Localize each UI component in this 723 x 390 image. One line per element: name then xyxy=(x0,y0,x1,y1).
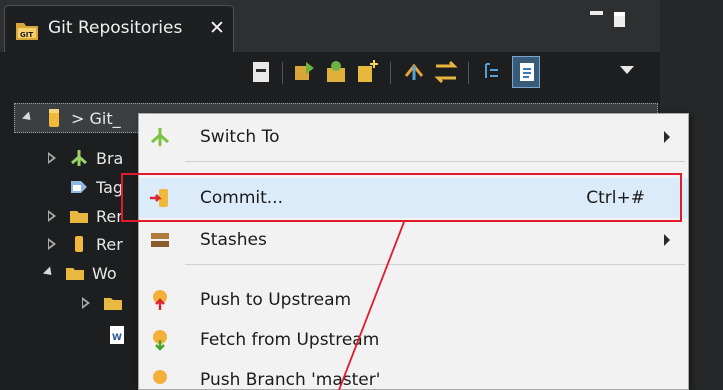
tree-label: Rer xyxy=(96,206,123,226)
clone-repository-icon[interactable] xyxy=(292,56,320,88)
tree-row-remotes[interactable]: Rer xyxy=(46,229,123,259)
tab-title: Git Repositories xyxy=(48,18,183,38)
menu-item-push-branch[interactable]: Push Branch 'master' xyxy=(139,360,688,390)
tree-label: Rer xyxy=(96,234,123,254)
svg-text:W: W xyxy=(112,333,122,343)
fetch-upstream-icon xyxy=(153,330,167,351)
menu-item-label: Stashes xyxy=(200,230,267,250)
folder-icon xyxy=(70,211,88,223)
menu-item-switch-to[interactable]: Switch To xyxy=(139,117,688,157)
minimize-icon[interactable] xyxy=(590,11,603,15)
expand-icon[interactable] xyxy=(21,110,35,126)
link-with-selection-icon[interactable] xyxy=(512,56,540,88)
tree-label: Wo xyxy=(92,263,117,283)
repository-icon xyxy=(49,109,59,127)
tree-label: Tag xyxy=(96,177,124,197)
menu-item-label: Switch To xyxy=(200,127,280,147)
branches-icon xyxy=(71,150,87,166)
collapse-all-icon[interactable] xyxy=(248,56,276,88)
create-repository-icon[interactable] xyxy=(354,56,382,88)
push-icon xyxy=(153,290,167,310)
collapsed-twisty-icon[interactable] xyxy=(46,208,60,224)
word-file-icon: W xyxy=(110,326,124,344)
pull-icon[interactable] xyxy=(432,56,460,88)
tree-row-references[interactable]: Rer xyxy=(46,201,123,231)
maximize-icon[interactable] xyxy=(614,12,625,27)
close-icon[interactable]: ✕ xyxy=(209,16,225,40)
collapsed-twisty-icon[interactable] xyxy=(46,236,60,252)
expand-icon[interactable] xyxy=(42,265,56,281)
menu-separator xyxy=(185,161,685,162)
menu-item-label: Push Branch 'master' xyxy=(200,370,381,390)
tree-row-branches[interactable]: Bra xyxy=(46,143,123,173)
stashes-icon xyxy=(151,233,169,247)
view-menu-icon[interactable] xyxy=(620,66,634,74)
annotation-highlight-box xyxy=(121,173,682,222)
svg-text:GIT: GIT xyxy=(20,31,33,39)
tree-row-working-tree[interactable]: Wo xyxy=(42,258,117,288)
tree-label: > Git_ xyxy=(71,108,121,128)
switch-to-icon xyxy=(151,128,169,146)
menu-item-fetch-from-upstream[interactable]: Fetch from Upstream xyxy=(139,320,688,360)
collapsed-twisty-icon[interactable] xyxy=(80,295,94,311)
view-tab-strip: GIT Git Repositories ✕ xyxy=(0,0,723,52)
menu-separator xyxy=(185,264,685,265)
working-tree-icon xyxy=(66,268,84,280)
tree-label: Bra xyxy=(96,148,124,168)
menu-item-push-to-upstream[interactable]: Push to Upstream xyxy=(139,280,688,320)
remotes-icon xyxy=(75,236,83,252)
folder-icon xyxy=(104,298,122,310)
git-repositories-icon: GIT xyxy=(16,23,38,40)
menu-item-label: Push to Upstream xyxy=(200,290,352,310)
tags-icon xyxy=(71,181,87,193)
collapsed-twisty-icon[interactable] xyxy=(46,150,60,166)
fetch-icon[interactable] xyxy=(400,56,428,88)
tree-row-subfolder[interactable] xyxy=(80,288,124,318)
add-repository-icon[interactable] xyxy=(324,56,352,88)
context-menu: Switch To Commit... Ctrl+# Stashes Push … xyxy=(138,113,689,390)
tree-row-tags[interactable]: Tag xyxy=(60,172,123,202)
tree-layout-icon[interactable] xyxy=(480,56,508,88)
tree-row-file[interactable]: W xyxy=(98,320,128,350)
submenu-arrow-icon xyxy=(664,131,670,143)
git-repositories-tab[interactable]: GIT Git Repositories ✕ xyxy=(4,5,234,52)
submenu-arrow-icon xyxy=(664,234,670,246)
menu-item-stashes[interactable]: Stashes xyxy=(139,220,688,260)
push-branch-icon xyxy=(153,370,167,384)
menu-item-label: Fetch from Upstream xyxy=(200,330,380,350)
